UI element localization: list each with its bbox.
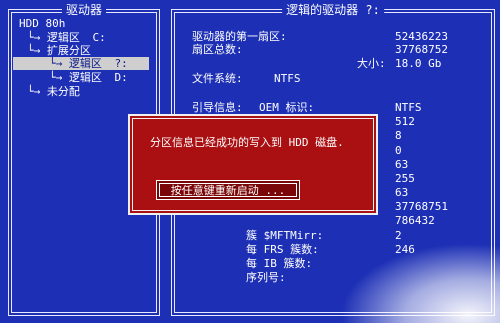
tree-node-label: HDD 80h (19, 17, 66, 30)
ib-label: 每 IB 簇数: (246, 257, 313, 270)
bpb-value: 786432 (395, 214, 435, 227)
frs-label: 每 FRS 簇数: (246, 243, 319, 256)
bpb-value: 255 (395, 172, 415, 185)
tree-node-drive-letter: D: (114, 71, 128, 84)
logical-drive-panel-title: 逻辑的驱动器 ?: (282, 3, 384, 17)
tree-node-extended[interactable]: └→ 扩展分区 (27, 44, 91, 57)
tree-node-label: └→ 逻辑区 (49, 71, 102, 84)
oem-label: OEM 标识: (259, 101, 315, 114)
tree-node-logical-d[interactable]: └→ 逻辑区 D: (49, 71, 128, 84)
tree-node-drive-letter: ?: (114, 57, 128, 70)
tree-node-logical-selected[interactable]: └→ 逻辑区 ?: (13, 57, 149, 70)
boot-info-label: 引导信息: (192, 101, 243, 114)
first-sector-row: 驱动器的第一扇区: (192, 30, 287, 43)
dos-partition-screen: 驱动器 HDD 80h └→ 逻辑区 C: └→ 扩展分区 └→ 逻辑区 ?: … (0, 0, 500, 323)
bpb-value: 37768751 (395, 200, 448, 213)
bpb-value: 0 (395, 144, 402, 157)
size-value: 18.0 Gb (395, 57, 442, 70)
first-sector-value: 52436223 (395, 30, 448, 43)
drives-panel-title: 驱动器 (61, 3, 107, 17)
filesystem-value: NTFS (274, 72, 301, 85)
size-label: 大小: (357, 57, 386, 70)
restart-button[interactable]: 按任意键重新启动 ... (156, 180, 300, 200)
tree-node-drive-letter: C: (92, 31, 106, 44)
mftmirr-label: 簇 $MFTMirr: (246, 229, 324, 242)
bpb-value: 8 (395, 129, 402, 142)
tree-node-label: └→ 逻辑区 (27, 31, 80, 44)
serial-label: 序列号: (246, 271, 286, 284)
total-sectors-row: 扇区总数: (192, 43, 243, 56)
success-dialog: 分区信息已经成功的写入到 HDD 磁盘. 按任意键重新启动 ... (128, 114, 378, 215)
total-sectors-value: 37768752 (395, 43, 448, 56)
tree-node-hdd[interactable]: HDD 80h (19, 17, 65, 30)
filesystem-label: 文件系统: (192, 72, 243, 85)
mftmirr-value: 2 (395, 229, 402, 242)
tree-node-label: └→ 逻辑区 (49, 57, 102, 70)
tree-node-logical-c[interactable]: └→ 逻辑区 C: (27, 31, 106, 44)
first-sector-label: 驱动器的第一扇区: (192, 30, 287, 43)
bpb-value: 63 (395, 158, 409, 171)
total-sectors-label: 扇区总数: (192, 43, 243, 56)
oem-value: NTFS (395, 101, 422, 114)
tree-node-unallocated[interactable]: └→ 未分配 (27, 85, 80, 98)
bpb-value: 63 (395, 186, 409, 199)
tree-node-label: └→ 扩展分区 (27, 44, 91, 57)
dialog-message: 分区信息已经成功的写入到 HDD 磁盘. (150, 136, 344, 149)
bpb-value: 512 (395, 115, 415, 128)
frs-value: 246 (395, 243, 415, 256)
tree-node-label: └→ 未分配 (27, 85, 80, 98)
